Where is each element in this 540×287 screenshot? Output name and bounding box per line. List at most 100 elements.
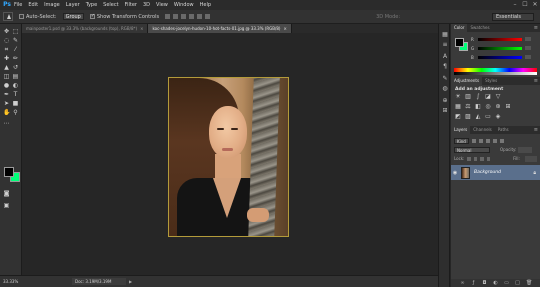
curves-icon[interactable]: ∫ <box>475 94 481 100</box>
filter-adjustment-icon[interactable] <box>478 138 483 143</box>
tab-mainposter[interactable]: mainposter1.psd @ 33.3% (backgrounds (to… <box>22 24 149 33</box>
document-info[interactable]: Doc: 3.19M/3.19M <box>72 278 126 285</box>
color-spectrum[interactable] <box>454 68 537 75</box>
menu-image[interactable]: Image <box>44 0 60 10</box>
align-middle-icon[interactable] <box>173 14 179 19</box>
quick-mask-icon[interactable]: ◙ <box>3 190 10 197</box>
lasso-tool-icon[interactable]: ◌ <box>3 37 10 44</box>
eyedropper-icon[interactable]: ⁄ <box>12 46 19 53</box>
move-tool-preset-icon[interactable] <box>3 12 13 21</box>
show-transform-checkbox[interactable] <box>89 13 95 19</box>
menu-filter[interactable]: Filter <box>125 0 137 10</box>
crop-tool-icon[interactable]: ⌗ <box>3 46 10 53</box>
menu-edit[interactable]: Edit <box>28 0 38 10</box>
tab-styles[interactable]: Styles <box>482 77 500 85</box>
menu-file[interactable]: File <box>14 0 22 10</box>
auto-select-dropdown[interactable]: Group <box>62 13 84 20</box>
zoom-level[interactable]: 33.33% <box>0 279 28 284</box>
fill-field[interactable] <box>524 155 537 162</box>
maximize-icon[interactable]: ☐ <box>522 2 528 8</box>
close-icon[interactable]: ✕ <box>532 2 538 8</box>
red-value[interactable] <box>525 37 531 41</box>
menu-help[interactable]: Help <box>200 0 211 10</box>
threshold-icon[interactable]: ◭ <box>475 114 481 120</box>
tab-adjustments[interactable]: Adjustments <box>451 77 483 85</box>
brush-tool-icon[interactable]: ✏ <box>12 55 19 62</box>
green-slider[interactable]: G <box>471 46 531 51</box>
layer-row-background[interactable]: ◉ Background 🔒︎ <box>451 165 540 180</box>
blue-track[interactable] <box>478 55 522 59</box>
align-bottom-icon[interactable] <box>181 14 187 19</box>
move-tool-icon[interactable]: ✥ <box>3 28 10 35</box>
properties-panel-icon[interactable]: ≡ <box>442 42 448 48</box>
layer-style-icon[interactable]: ƒ <box>471 280 476 286</box>
selective-color-icon[interactable]: ◈ <box>495 114 501 120</box>
tab-layers[interactable]: Layers <box>451 126 471 134</box>
align-right-icon[interactable] <box>205 14 211 19</box>
menu-3d[interactable]: 3D <box>143 0 150 10</box>
history-brush-icon[interactable]: ↺ <box>12 64 19 71</box>
gradient-tool-icon[interactable]: ▤ <box>12 73 19 80</box>
blur-tool-icon[interactable]: ● <box>3 82 10 89</box>
canvas-area[interactable] <box>22 33 448 275</box>
filter-pixel-icon[interactable] <box>471 138 476 143</box>
healing-brush-icon[interactable]: ✚ <box>3 55 10 62</box>
levels-icon[interactable]: ▥ <box>465 94 471 100</box>
eraser-icon[interactable]: ◫ <box>3 73 10 80</box>
menu-select[interactable]: Select <box>103 0 118 10</box>
layer-name[interactable]: Background <box>474 170 501 175</box>
hue-saturation-icon[interactable]: ▦ <box>455 104 461 110</box>
menu-type[interactable]: Type <box>86 0 97 10</box>
dodge-tool-icon[interactable]: ◐ <box>12 82 19 89</box>
posterize-icon[interactable]: ▨ <box>465 114 471 120</box>
green-track[interactable] <box>478 46 522 50</box>
document-image[interactable] <box>168 77 289 237</box>
lock-position-icon[interactable] <box>480 156 484 161</box>
character-panel-icon[interactable]: A <box>442 54 448 60</box>
marquee-tool-icon[interactable]: ⬚ <box>12 28 19 35</box>
invert-icon[interactable]: ◩ <box>455 114 461 120</box>
filter-kind-dropdown[interactable]: Kind <box>454 137 469 144</box>
quick-select-icon[interactable]: ✎ <box>12 37 19 44</box>
exposure-icon[interactable]: ◪ <box>485 94 491 100</box>
lock-pixels-icon[interactable] <box>473 156 478 161</box>
link-layers-icon[interactable]: ∞ <box>460 280 465 286</box>
black-white-icon[interactable]: ◧ <box>475 104 481 110</box>
edit-toolbar-icon[interactable]: ⋯ <box>3 120 10 127</box>
type-tool-icon[interactable]: T <box>12 91 19 98</box>
tab-paths[interactable]: Paths <box>495 126 512 134</box>
shape-tool-icon[interactable]: ■ <box>12 100 19 107</box>
menu-layer[interactable]: Layer <box>66 0 80 10</box>
path-select-icon[interactable]: ➤ <box>3 100 10 107</box>
paragraph-panel-icon[interactable]: ¶ <box>442 64 448 70</box>
green-value[interactable] <box>525 46 531 50</box>
screen-mode-icon[interactable]: ▣ <box>3 202 10 209</box>
tab-color[interactable]: Color <box>451 24 468 32</box>
color-lookup-icon[interactable]: ⊞ <box>505 104 511 110</box>
clone-stamp-icon[interactable]: ▲ <box>3 64 10 71</box>
brush-panel-icon[interactable]: ✎ <box>442 76 448 82</box>
color-balance-icon[interactable]: ⚖ <box>465 104 471 110</box>
vibrance-icon[interactable]: ▽ <box>495 94 501 100</box>
panel-menu-icon[interactable]: ≡ <box>534 77 538 85</box>
red-track[interactable] <box>478 37 522 41</box>
brightness-contrast-icon[interactable]: ☀ <box>455 94 461 100</box>
history-panel-icon[interactable]: ▦ <box>442 32 448 38</box>
add-mask-icon[interactable]: ◘ <box>482 280 487 286</box>
panel-menu-icon[interactable]: ≡ <box>534 24 538 32</box>
auto-select-checkbox[interactable] <box>19 14 24 19</box>
new-layer-icon[interactable]: □ <box>515 280 520 286</box>
tab-swatches[interactable]: Swatches <box>467 24 492 32</box>
panel-menu-icon[interactable]: ≡ <box>534 126 538 134</box>
pen-tool-icon[interactable]: ✒ <box>3 91 10 98</box>
workspace-dropdown[interactable]: Essentials <box>492 13 534 21</box>
close-tab-icon[interactable]: × <box>140 26 143 31</box>
align-left-icon[interactable] <box>189 14 195 19</box>
status-menu-arrow-icon[interactable]: ▶ <box>129 279 132 284</box>
align-top-icon[interactable] <box>165 14 171 19</box>
blend-mode-dropdown[interactable]: Normal <box>454 146 490 153</box>
new-adjustment-layer-icon[interactable]: ◐ <box>493 280 498 286</box>
gradient-map-icon[interactable]: ▭ <box>485 114 491 120</box>
filter-smart-object-icon[interactable] <box>499 138 504 143</box>
filter-shape-icon[interactable] <box>492 138 497 143</box>
